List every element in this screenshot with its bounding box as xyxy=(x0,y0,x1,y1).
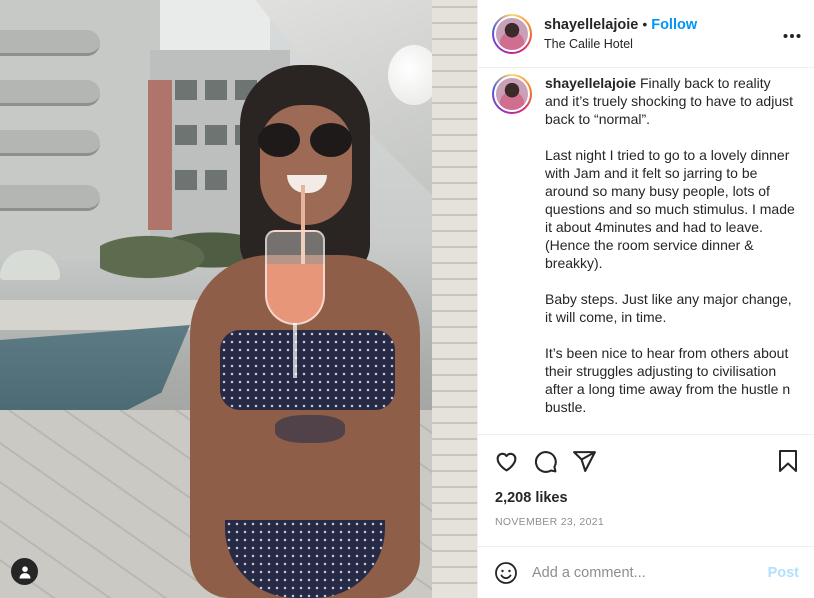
post-details-panel: shayellelajoie • Follow The Calile Hotel s… xyxy=(477,0,814,598)
comment-bar: Post xyxy=(478,546,814,598)
action-bar xyxy=(478,436,814,486)
location-link[interactable]: The Calile Hotel xyxy=(544,37,783,51)
post-date[interactable]: NOVEMBER 23, 2021 xyxy=(495,516,604,528)
balcony xyxy=(0,30,100,56)
separator-dot: • xyxy=(642,16,648,32)
more-options-icon xyxy=(783,34,801,38)
share-button[interactable] xyxy=(572,449,597,474)
caption-paragraph: shayellelajoie Finally back to reality a… xyxy=(545,74,795,128)
caption: shayellelajoie Finally back to reality a… xyxy=(545,74,795,434)
caption-username[interactable]: shayellelajoie xyxy=(545,75,636,91)
emoji-icon xyxy=(495,561,517,584)
bikini-top xyxy=(220,330,395,410)
balcony xyxy=(0,185,100,211)
glass-stem xyxy=(293,323,297,378)
comment-input[interactable] xyxy=(532,564,768,581)
avatar-image xyxy=(494,15,530,52)
balcony xyxy=(0,80,100,106)
avatar-image xyxy=(494,76,530,112)
caption-avatar[interactable] xyxy=(492,74,532,114)
like-button[interactable] xyxy=(494,449,519,474)
caption-area: shayellelajoie Finally back to reality a… xyxy=(478,68,814,435)
caption-paragraph: Baby steps. Just like any major change, … xyxy=(545,291,792,325)
avatar[interactable] xyxy=(492,13,532,54)
comment-button[interactable] xyxy=(533,449,558,474)
emoji-button[interactable] xyxy=(494,561,518,585)
caption-paragraph: It’s been nice to hear from others about… xyxy=(545,345,791,415)
header-text: shayellelajoie • Follow The Calile Hotel xyxy=(544,16,783,51)
bookmark-icon xyxy=(779,450,797,472)
balcony xyxy=(0,130,100,156)
save-button[interactable] xyxy=(777,449,799,473)
post-header: shayellelajoie • Follow The Calile Hotel xyxy=(478,0,814,68)
post-photo[interactable] xyxy=(0,0,477,598)
comment-icon xyxy=(534,450,557,473)
heart-icon xyxy=(496,452,517,471)
tattoo xyxy=(275,415,345,443)
share-icon xyxy=(573,450,596,472)
wine-glass xyxy=(265,230,325,325)
sunglasses-lens xyxy=(310,123,352,157)
user-tag-icon xyxy=(19,565,30,578)
follow-button[interactable]: Follow xyxy=(651,17,697,33)
post-comment-button[interactable]: Post xyxy=(768,565,799,581)
more-options-button[interactable] xyxy=(783,23,801,44)
likes-count[interactable]: 2,208 likes xyxy=(495,490,568,506)
username-link[interactable]: shayellelajoie xyxy=(544,17,638,33)
caption-paragraph: Last night I tried to go to a lovely din… xyxy=(545,147,795,271)
person xyxy=(165,65,440,598)
sunglasses-lens xyxy=(258,123,300,157)
user-tag-button[interactable] xyxy=(11,558,38,585)
